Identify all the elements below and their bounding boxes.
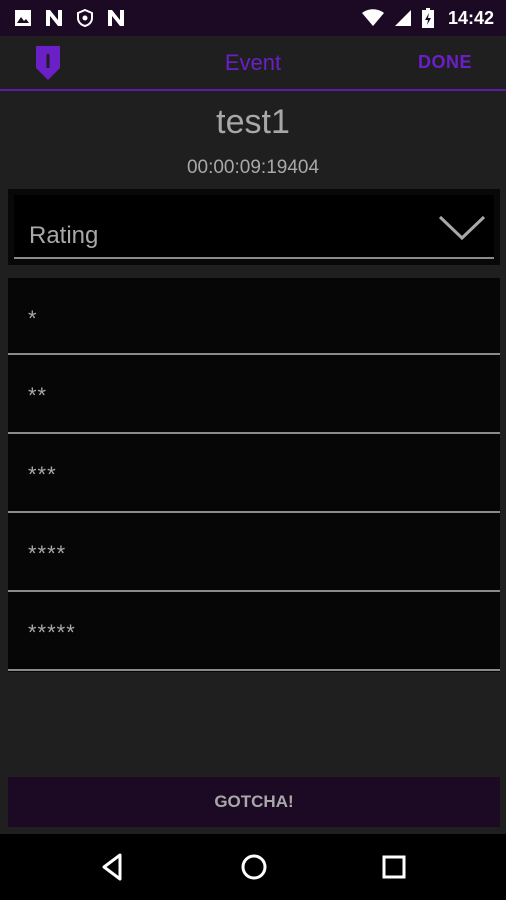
list-item[interactable]: ** — [8, 355, 500, 434]
list-item[interactable]: * — [8, 278, 500, 355]
done-button[interactable]: DONE — [418, 52, 472, 73]
shield-icon — [77, 9, 93, 27]
list-item[interactable]: ***** — [8, 592, 500, 671]
event-name: test1 — [216, 103, 290, 141]
n-app-icon — [108, 10, 124, 26]
recents-icon[interactable] — [379, 852, 409, 882]
cell-signal-icon — [394, 10, 411, 26]
image-icon — [15, 10, 31, 26]
navigation-bar — [0, 834, 506, 900]
n-app-icon — [46, 10, 62, 26]
option-label: **** — [28, 541, 67, 566]
status-notifications — [14, 9, 126, 27]
status-system: 14:42 — [361, 7, 494, 29]
rating-dropdown-container: Rating — [8, 189, 500, 265]
list-item[interactable]: **** — [8, 513, 500, 592]
battery-icon — [421, 8, 434, 28]
gotcha-button[interactable]: GOTCHA! — [8, 777, 500, 827]
status-time: 14:42 — [447, 7, 494, 28]
option-label: *** — [28, 462, 57, 487]
back-icon[interactable] — [98, 852, 128, 882]
rating-options-list: * ** *** **** ***** — [8, 278, 500, 672]
option-label: ***** — [28, 620, 76, 645]
rating-dropdown-label: Rating — [29, 222, 99, 249]
home-icon[interactable] — [239, 852, 269, 882]
wifi-icon — [361, 9, 384, 26]
option-label: ** — [28, 383, 48, 408]
app-bar: Event DONE — [0, 36, 506, 91]
rating-dropdown[interactable]: Rating — [14, 195, 494, 259]
option-label: * — [28, 306, 38, 331]
event-elapsed-time: 00:00:09:19404 — [186, 157, 320, 178]
status-bar: 14:42 — [0, 0, 506, 36]
list-item[interactable]: *** — [8, 434, 500, 513]
chevron-down-icon — [438, 215, 486, 241]
